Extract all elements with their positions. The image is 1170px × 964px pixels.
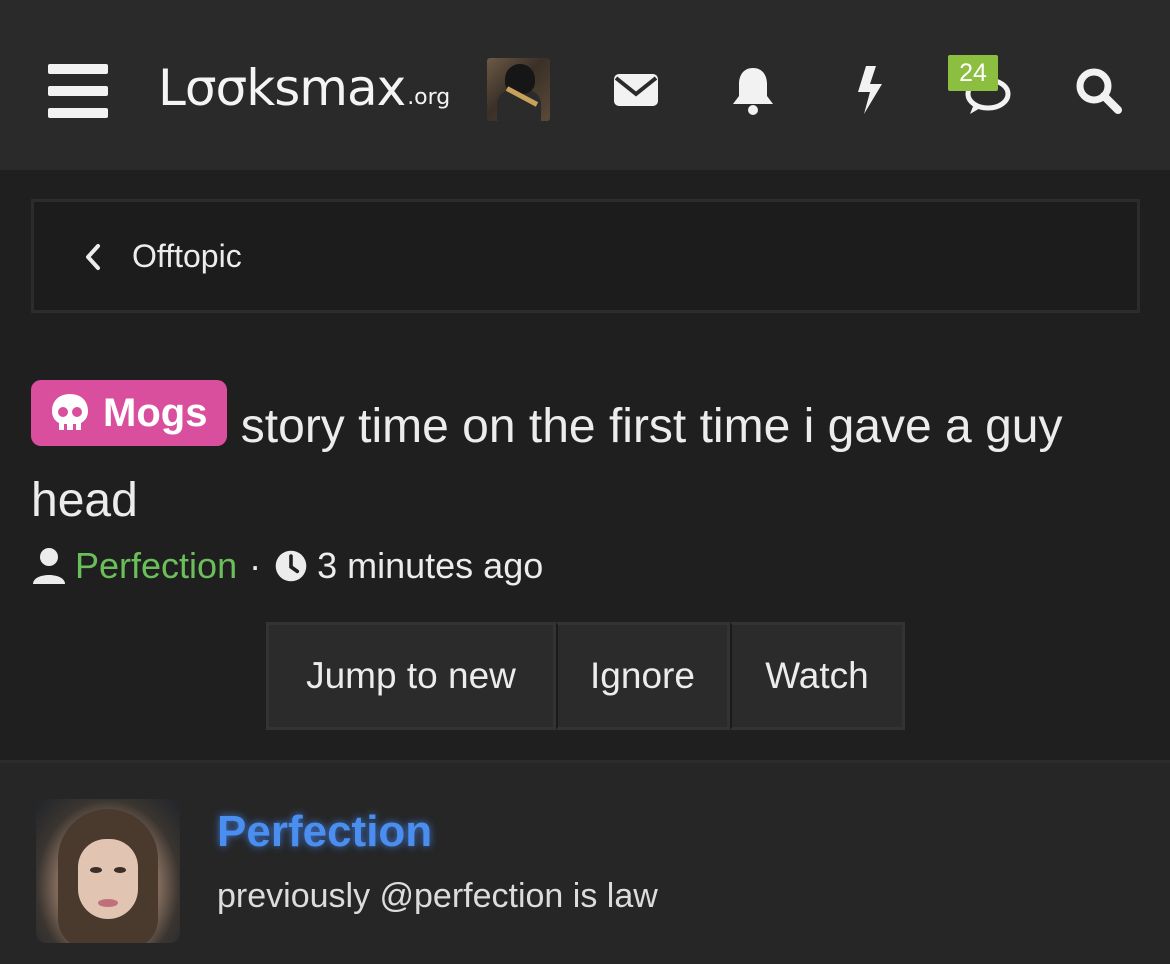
post-header: Perfection previously @perfection is law [0, 763, 1170, 964]
logo-text: Lσσksmax [158, 59, 406, 117]
post-username[interactable]: Perfection [217, 807, 432, 857]
envelope-icon[interactable] [608, 62, 664, 118]
account-avatar[interactable] [487, 58, 550, 121]
thread-prefix-badge[interactable]: Mogs [31, 380, 228, 446]
jump-to-new-button[interactable]: Jump to new [266, 622, 556, 730]
skull-icon [52, 394, 88, 430]
breadcrumb-label: Offtopic [132, 238, 242, 274]
logo-tld: .org [407, 85, 451, 110]
post-author-avatar[interactable] [36, 799, 180, 943]
clock-icon [275, 550, 307, 582]
ignore-button[interactable]: Ignore [556, 622, 730, 730]
chevron-left-icon [86, 244, 100, 270]
thread-time[interactable]: 3 minutes ago [317, 545, 543, 587]
thread-title: Mogs story time on the first time i gave… [31, 380, 1141, 538]
watch-button[interactable]: Watch [730, 622, 905, 730]
meta-separator: · [249, 545, 262, 586]
breadcrumb[interactable]: Offtopic [31, 199, 1140, 313]
thread-meta: Perfection · 3 minutes ago [31, 540, 543, 592]
thread-actions: Jump to new Ignore Watch [266, 622, 905, 730]
top-navigation-bar: Lσσksmax .org 24 [0, 0, 1170, 170]
site-logo[interactable]: Lσσksmax .org [158, 58, 450, 118]
menu-icon[interactable] [48, 64, 108, 118]
notification-count-badge[interactable]: 24 [948, 55, 998, 91]
bolt-icon[interactable] [842, 62, 898, 118]
post-user-title: previously @perfection is law [217, 877, 658, 915]
thread-prefix-label: Mogs [103, 391, 208, 435]
thread-author-link[interactable]: Perfection [75, 545, 237, 587]
bell-icon[interactable] [725, 62, 781, 118]
search-icon[interactable] [1070, 62, 1126, 118]
user-icon [33, 548, 65, 584]
